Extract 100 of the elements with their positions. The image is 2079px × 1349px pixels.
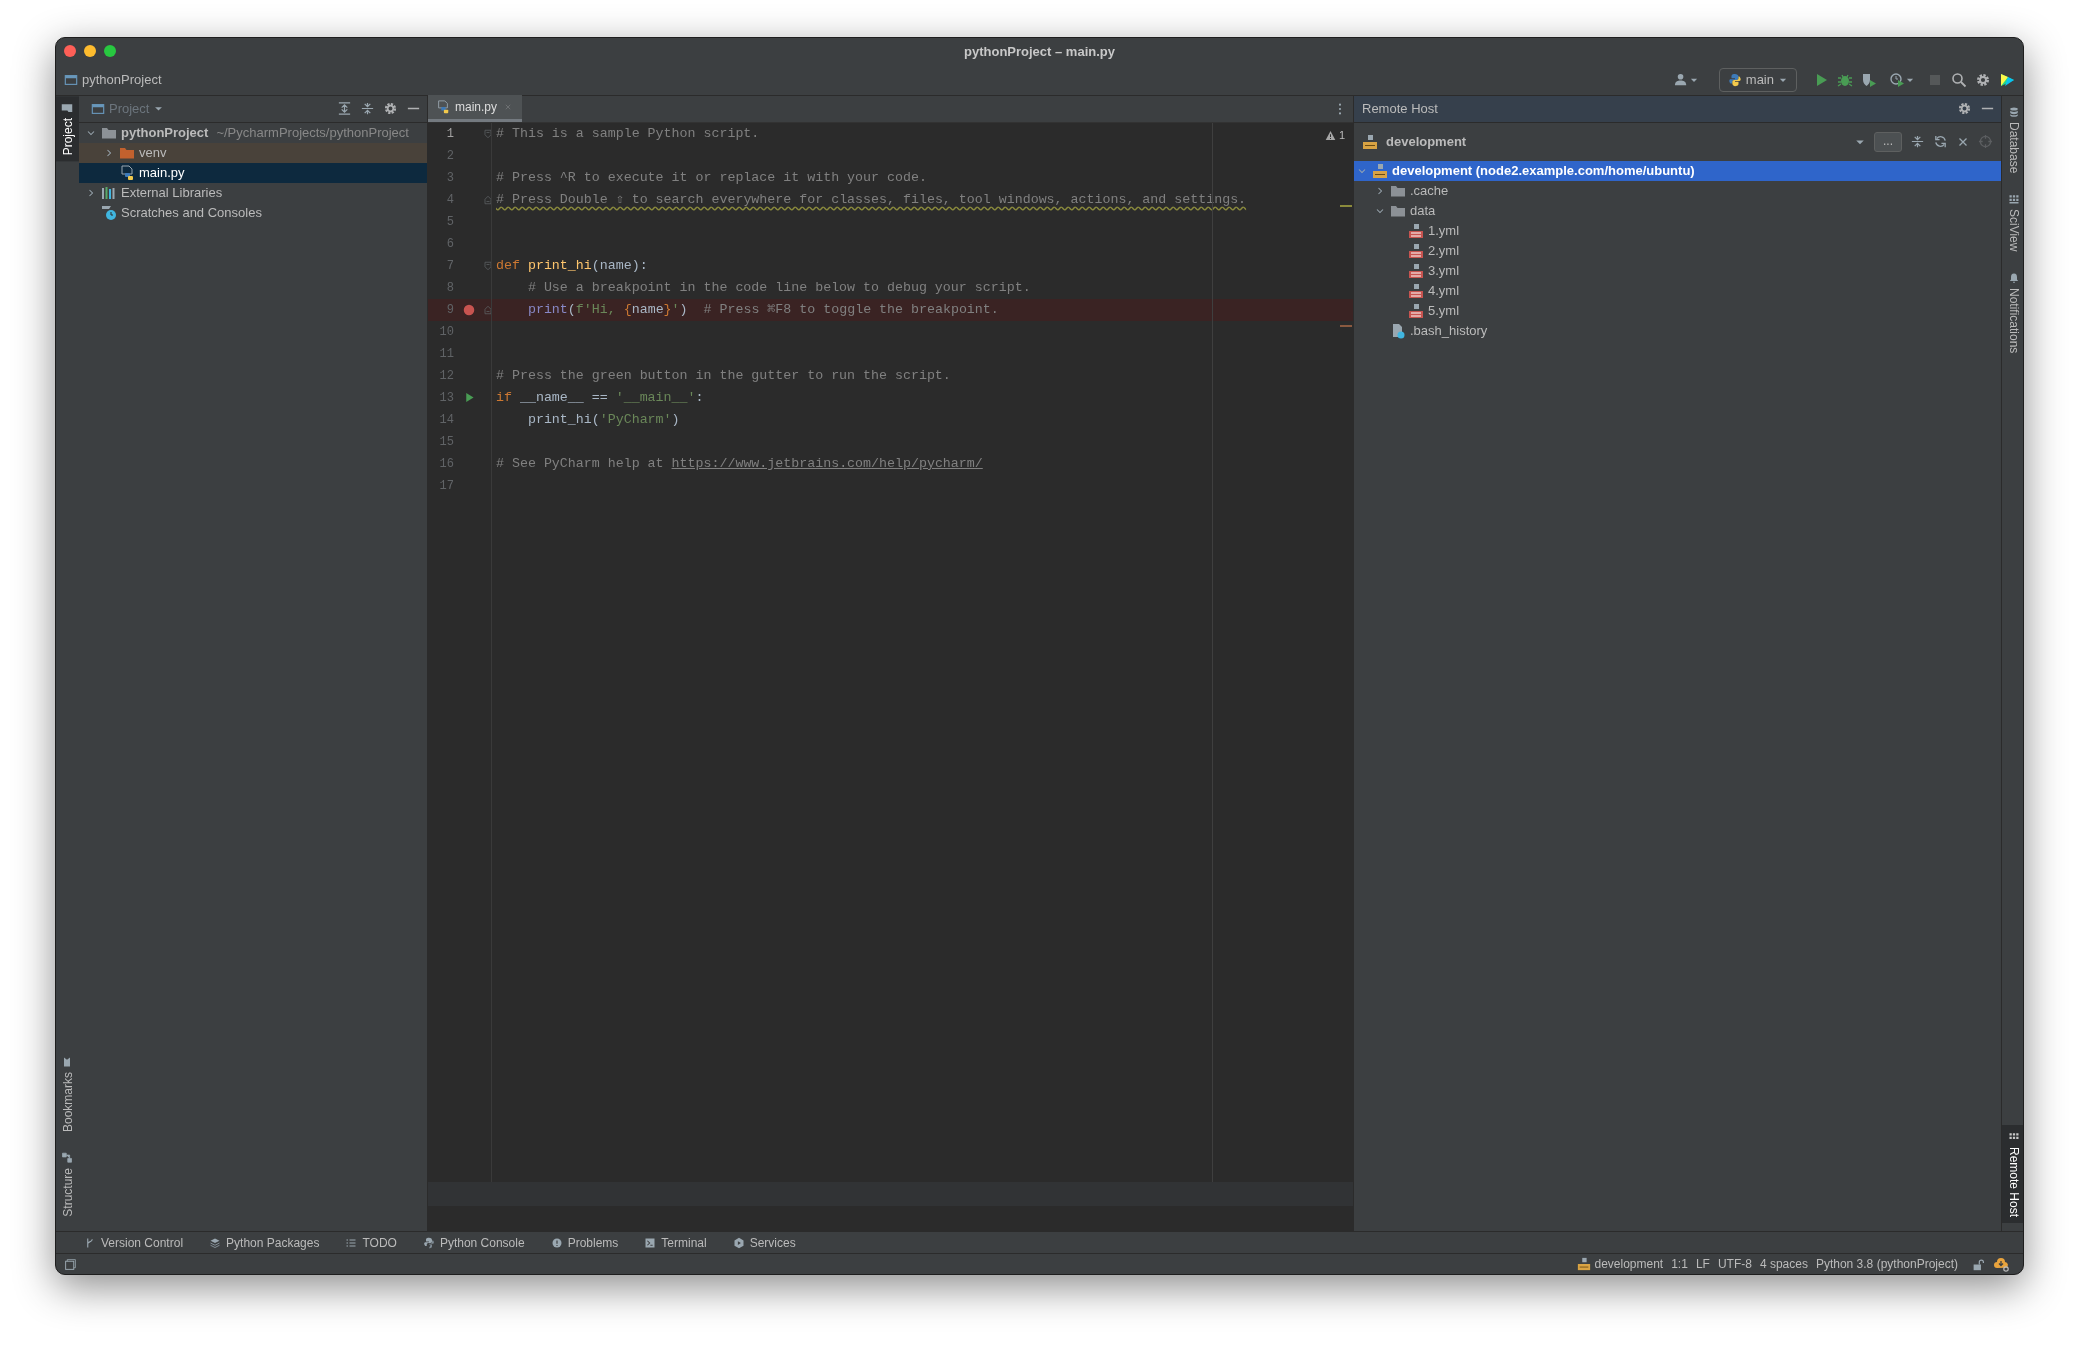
tree-item[interactable]: 5.yml bbox=[1354, 300, 2001, 321]
tool-window-button[interactable]: Problems bbox=[550, 1233, 619, 1252]
tree-item[interactable]: Scratches and Consoles bbox=[79, 202, 427, 223]
project-icon bbox=[64, 72, 78, 87]
tool-window-tab[interactable]: Project bbox=[56, 95, 79, 162]
layers-icon bbox=[209, 1236, 222, 1249]
layout-square-icon[interactable] bbox=[64, 1257, 77, 1271]
tree-item[interactable]: External Libraries bbox=[79, 182, 427, 203]
line-number: 1 bbox=[445, 125, 454, 143]
tree-item[interactable]: venv bbox=[79, 142, 427, 163]
settings-icon[interactable] bbox=[383, 101, 398, 117]
status-bar-item[interactable]: 1:1 bbox=[1671, 1255, 1688, 1273]
hexagon-play-icon bbox=[732, 1236, 745, 1249]
status-bar-item[interactable]: LF bbox=[1695, 1255, 1710, 1273]
tree-item[interactable]: 3.yml bbox=[1354, 260, 2001, 281]
editor-tab[interactable]: main.py bbox=[428, 95, 523, 123]
settings-icon[interactable] bbox=[1957, 101, 1972, 117]
status-bar-item[interactable]: UTF-8 bbox=[1717, 1255, 1752, 1273]
code-line: # Press the green button in the gutter to run the script. bbox=[496, 366, 951, 385]
tool-window-button[interactable]: TODO bbox=[345, 1233, 397, 1252]
line-number: 4 bbox=[445, 191, 454, 209]
tool-window-button[interactable]: Version Control bbox=[84, 1233, 184, 1252]
app-logo-icon[interactable] bbox=[1999, 71, 2015, 88]
line-number: 5 bbox=[445, 213, 454, 231]
settings-icon[interactable] bbox=[1975, 71, 1991, 88]
tree-item[interactable]: data bbox=[1354, 200, 2001, 221]
tool-window-button[interactable]: Services bbox=[732, 1233, 796, 1252]
tree-item[interactable]: 1.yml bbox=[1354, 220, 2001, 241]
line-number: 14 bbox=[438, 411, 454, 429]
server-icon bbox=[1577, 1257, 1592, 1271]
grid-icon bbox=[2007, 193, 2020, 206]
tool-window-button[interactable]: Terminal bbox=[644, 1233, 707, 1252]
panel-title: Remote Host bbox=[1362, 100, 1439, 119]
line-number: 13 bbox=[438, 389, 454, 407]
line-number: 2 bbox=[445, 147, 454, 165]
line-number: 9 bbox=[445, 301, 454, 319]
user-icon bbox=[1673, 72, 1689, 88]
code-line: # Press ^R to execute it or replace it with your code. bbox=[496, 168, 927, 187]
line-number: 15 bbox=[438, 433, 454, 451]
shield-play-icon[interactable] bbox=[1861, 71, 1877, 88]
bell-icon bbox=[2007, 271, 2020, 284]
tree-item[interactable]: 2.yml bbox=[1354, 240, 2001, 261]
collapse-all-icon[interactable] bbox=[1910, 134, 1925, 150]
python-logo-icon bbox=[1727, 72, 1742, 87]
run-configuration-dropdown[interactable]: main bbox=[1718, 68, 1797, 92]
tree-item[interactable]: .bash_history bbox=[1354, 320, 2001, 341]
close-window-button[interactable] bbox=[64, 45, 76, 58]
tool-window-button[interactable]: Python Packages bbox=[209, 1233, 320, 1252]
yml-file-icon bbox=[1408, 222, 1424, 239]
code-line: # This is a sample Python script. bbox=[496, 124, 760, 143]
code-link[interactable]: https://www.jetbrains.com/help/pycharm/ bbox=[671, 453, 983, 474]
tool-window-tab[interactable]: Structure bbox=[56, 1146, 79, 1224]
more-options-button[interactable]: ... bbox=[1874, 132, 1902, 152]
minimize-window-button[interactable] bbox=[84, 45, 96, 58]
collapse-all-icon[interactable] bbox=[360, 101, 375, 117]
search-icon[interactable] bbox=[1951, 71, 1967, 88]
tree-item[interactable]: .cache bbox=[1354, 180, 2001, 201]
python-logo-icon bbox=[422, 1236, 435, 1249]
lock-open-icon[interactable] bbox=[1972, 1257, 1985, 1271]
tool-window-tab[interactable]: Remote Host bbox=[2002, 1125, 2023, 1224]
tree-item[interactable]: pythonProject ~/PycharmProjects/pythonProject bbox=[79, 122, 427, 143]
fold-marker-icon[interactable] bbox=[482, 193, 494, 206]
tool-window-tab[interactable]: SciView bbox=[2002, 187, 2023, 258]
library-bars-icon bbox=[101, 184, 117, 201]
line-number: 8 bbox=[445, 279, 454, 297]
tool-window-tab[interactable]: Database bbox=[2002, 99, 2023, 180]
fold-marker-icon[interactable] bbox=[482, 259, 494, 272]
window-icon bbox=[91, 101, 105, 116]
error-stripe-mark[interactable] bbox=[1340, 204, 1352, 207]
code-line: # Press Double ⇧ to search everywhere for classes, files, tool windows, actions, and settings. bbox=[496, 190, 1247, 209]
tool-window-button[interactable]: Python Console bbox=[422, 1233, 525, 1252]
tool-window-tab[interactable]: Notifications bbox=[2002, 265, 2023, 360]
tool-window-tab[interactable]: Bookmarks bbox=[56, 1050, 79, 1139]
fold-marker-icon[interactable] bbox=[482, 303, 494, 316]
fold-marker-icon[interactable] bbox=[482, 127, 494, 140]
server-icon bbox=[1372, 162, 1388, 179]
server-icon bbox=[1362, 133, 1378, 150]
line-number: 16 bbox=[438, 455, 454, 473]
breakpoint-icon[interactable] bbox=[462, 302, 476, 317]
expand-all-icon[interactable] bbox=[337, 101, 352, 117]
tree-item[interactable]: 4.yml bbox=[1354, 280, 2001, 301]
code-line: if __name__ == '__main__': bbox=[496, 388, 704, 407]
zoom-window-button[interactable] bbox=[104, 45, 116, 58]
branch-icon bbox=[84, 1236, 96, 1249]
window-title: pythonProject – main.py bbox=[963, 42, 1116, 61]
tree-item[interactable]: development (node2.example.com/home/ubuntu) bbox=[1354, 160, 2001, 181]
terminal-icon bbox=[644, 1236, 657, 1249]
refresh-icon[interactable] bbox=[1933, 134, 1948, 150]
exclamation-circle-icon bbox=[550, 1236, 563, 1249]
breadcrumb-project[interactable]: pythonProject bbox=[82, 70, 1670, 90]
warning-count: 1 bbox=[1338, 127, 1345, 143]
status-bar-item[interactable]: development bbox=[1577, 1255, 1664, 1273]
error-stripe-mark[interactable] bbox=[1340, 324, 1352, 327]
warning-icon bbox=[1324, 129, 1336, 141]
tree-item[interactable]: main.py bbox=[79, 162, 427, 183]
status-bar-item[interactable]: Python 3.8 (pythonProject) bbox=[1815, 1255, 1958, 1273]
server-name: development bbox=[1386, 133, 1468, 152]
line-number: 12 bbox=[438, 367, 454, 385]
status-bar-item[interactable]: 4 spaces bbox=[1759, 1255, 1808, 1273]
cloud-gear-icon[interactable] bbox=[1993, 1256, 2009, 1272]
